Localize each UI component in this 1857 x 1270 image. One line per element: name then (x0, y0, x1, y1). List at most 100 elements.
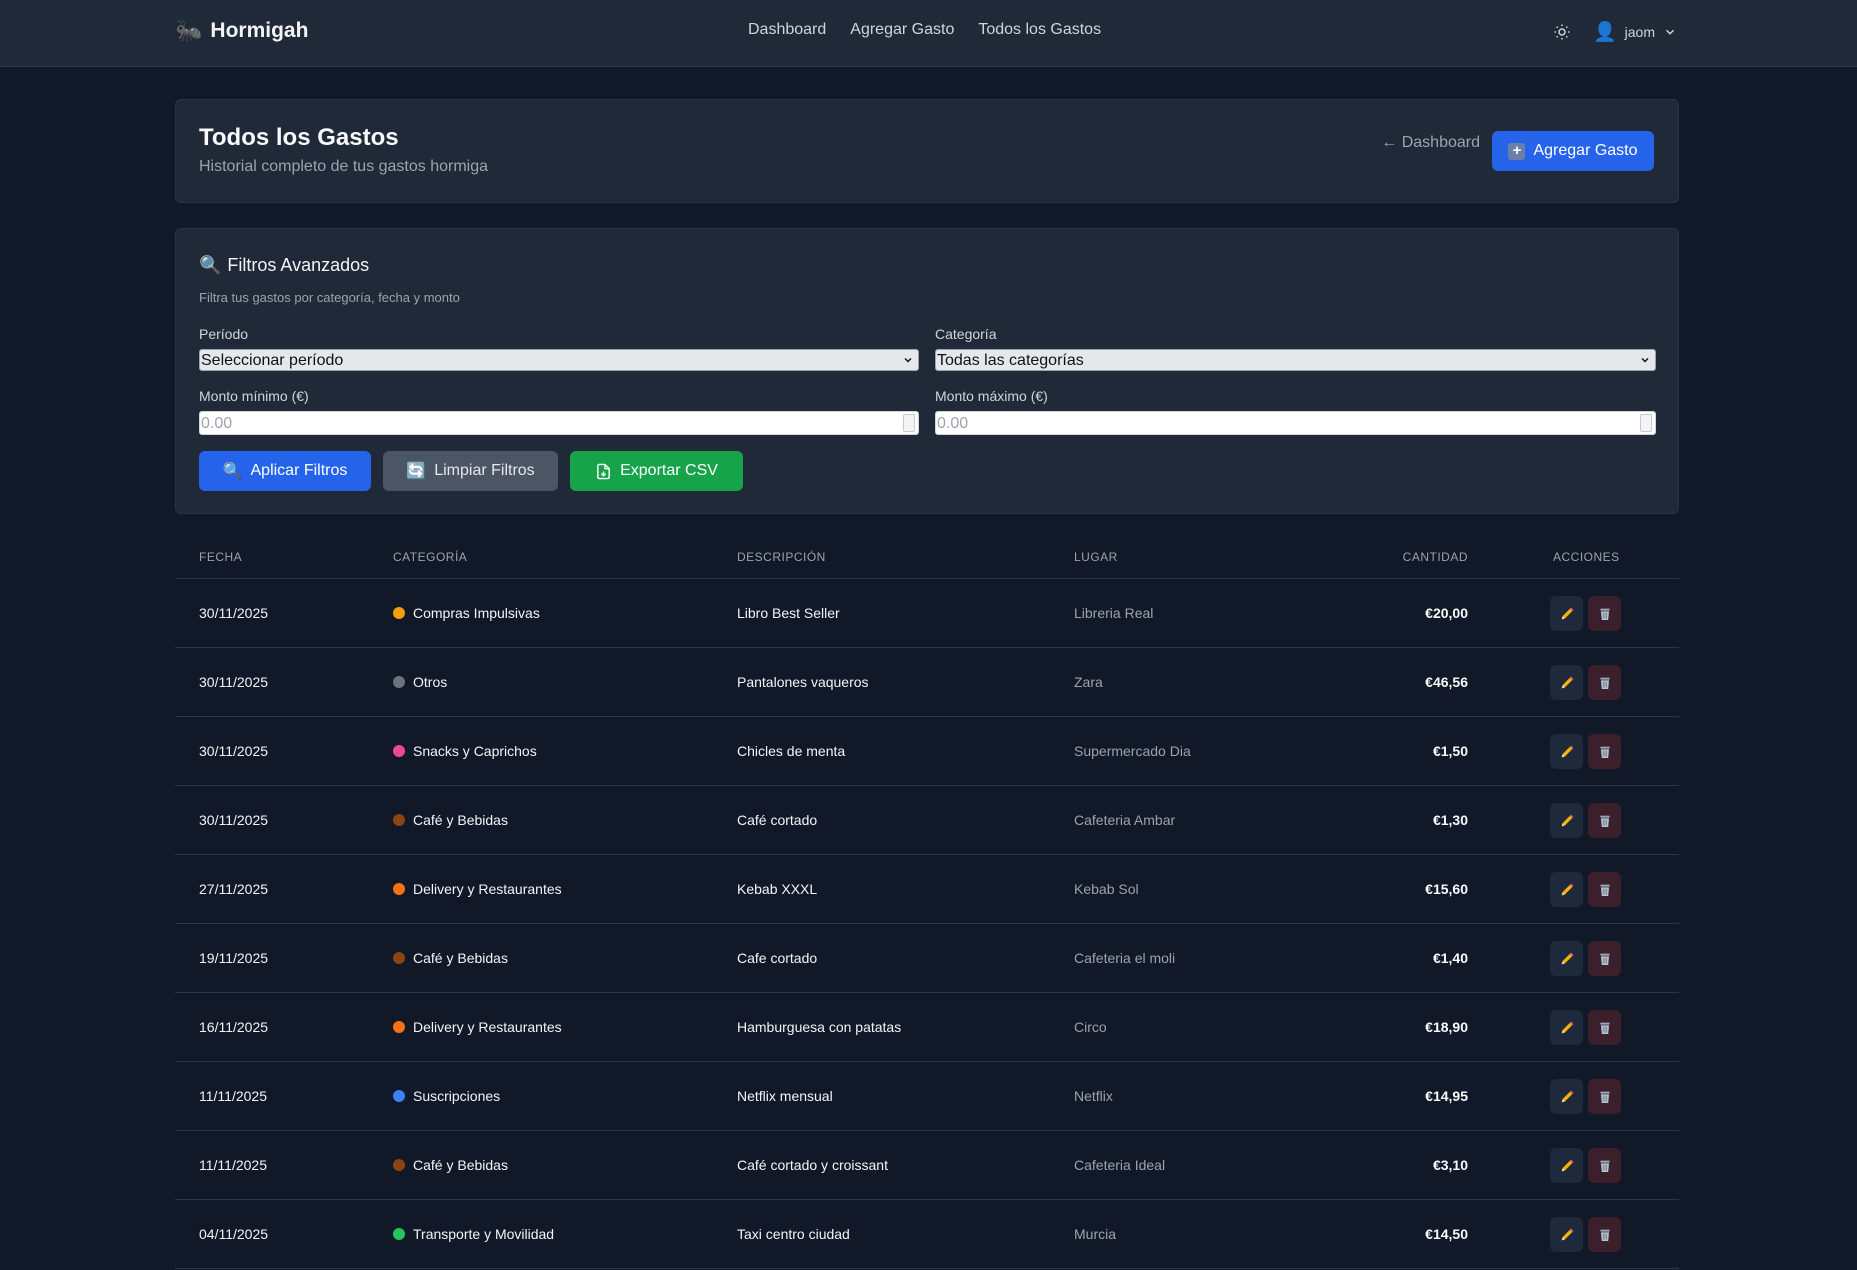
row-amount: €15,60 (1425, 881, 1468, 897)
page-subtitle: Historial completo de tus gastos hormiga (199, 158, 489, 175)
chevron-down-icon (1641, 357, 1649, 363)
row-date: 04/11/2025 (199, 1226, 269, 1242)
row-category: Café y Bebidas (393, 950, 508, 966)
brand-logo[interactable]: 🐜 Hormigah (175, 18, 308, 44)
category-label: Categoría (935, 326, 997, 342)
pencil-icon (1561, 952, 1573, 964)
min-amount-stepper[interactable] (903, 414, 915, 432)
col-descripcion: DESCRIPCIÓN (737, 550, 826, 564)
edit-button[interactable] (1550, 1217, 1583, 1252)
clear-filters-button[interactable]: 🔄 Limpiar Filtros (383, 451, 558, 491)
row-category: Delivery y Restaurantes (393, 1019, 562, 1035)
apply-filters-button[interactable]: 🔍 Aplicar Filtros (199, 451, 371, 491)
nav-dashboard[interactable]: Dashboard (748, 21, 826, 39)
delete-button[interactable] (1588, 941, 1621, 976)
edit-button[interactable] (1550, 1010, 1583, 1045)
edit-button[interactable] (1550, 872, 1583, 907)
trash-icon (1599, 815, 1610, 827)
row-category-label: Otros (413, 674, 448, 690)
row-description: Café cortado y croissant (737, 1157, 888, 1173)
delete-button[interactable] (1588, 872, 1621, 907)
min-amount-input[interactable]: 0.00 (199, 411, 919, 435)
row-amount: €18,90 (1425, 1019, 1468, 1035)
category-select[interactable]: Todas las categorías (935, 349, 1656, 371)
pencil-icon (1561, 745, 1573, 757)
category-dot (393, 1021, 405, 1033)
row-actions (1550, 665, 1621, 700)
nav-todos-los-gastos[interactable]: Todos los Gastos (978, 21, 1101, 39)
pencil-icon (1561, 1090, 1573, 1102)
delete-button[interactable] (1588, 1010, 1621, 1045)
user-menu[interactable]: 👤 jaom (1593, 20, 1677, 44)
table-row: 11/11/2025 Suscripciones Netflix mensual… (175, 1062, 1679, 1131)
back-to-dashboard-link[interactable]: ← Dashboard (1381, 134, 1480, 152)
table-row: 30/11/2025 Café y Bebidas Café cortado C… (175, 786, 1679, 855)
row-place: Netflix (1074, 1088, 1113, 1104)
table-row: 30/11/2025 Compras Impulsivas Libro Best… (175, 579, 1679, 648)
delete-button[interactable] (1588, 1079, 1621, 1114)
max-amount-stepper[interactable] (1640, 414, 1652, 432)
sun-icon[interactable] (1553, 23, 1571, 41)
delete-button[interactable] (1588, 1148, 1621, 1183)
edit-button[interactable] (1550, 941, 1583, 976)
row-amount: €1,50 (1432, 743, 1468, 759)
category-dot (393, 1228, 405, 1240)
row-category-label: Café y Bebidas (413, 950, 508, 966)
delete-button[interactable] (1588, 734, 1621, 769)
row-actions (1550, 1079, 1621, 1114)
filters-description: Filtra tus gastos por categoría, fecha y… (199, 290, 460, 305)
row-category: Café y Bebidas (393, 812, 508, 828)
trash-icon (1599, 1091, 1610, 1103)
pencil-icon (1561, 883, 1573, 895)
row-amount: €1,40 (1432, 950, 1468, 966)
row-date: 11/11/2025 (199, 1157, 267, 1173)
row-amount: €1,30 (1432, 812, 1468, 828)
category-dot (393, 883, 405, 895)
period-select[interactable]: Seleccionar período (199, 349, 919, 371)
row-category-label: Café y Bebidas (413, 812, 508, 828)
max-amount-input[interactable]: 0.00 (935, 411, 1656, 435)
edit-button[interactable] (1550, 803, 1583, 838)
brand-name: Hormigah (210, 19, 309, 42)
pencil-icon (1561, 814, 1573, 826)
filters-title: 🔍 Filtros Avanzados (199, 255, 369, 276)
period-select-value: Seleccionar período (201, 352, 344, 369)
nav-agregar-gasto[interactable]: Agregar Gasto (850, 21, 954, 39)
category-dot (393, 1090, 405, 1102)
row-description: Libro Best Seller (737, 605, 840, 621)
export-csv-button[interactable]: Exportar CSV (570, 451, 743, 491)
row-place: Circo (1074, 1019, 1107, 1035)
col-lugar: LUGAR (1074, 550, 1118, 564)
table-row: 11/11/2025 Café y Bebidas Café cortado y… (175, 1131, 1679, 1200)
row-category: Transporte y Movilidad (393, 1226, 554, 1242)
row-category: Suscripciones (393, 1088, 500, 1104)
delete-button[interactable] (1588, 665, 1621, 700)
row-description: Chicles de menta (737, 743, 846, 759)
edit-button[interactable] (1550, 596, 1583, 631)
edit-button[interactable] (1550, 1079, 1583, 1114)
table-row: 30/11/2025 Snacks y Caprichos Chicles de… (175, 717, 1679, 786)
trash-icon (1599, 884, 1610, 896)
row-amount: €46,56 (1425, 674, 1468, 690)
row-actions (1550, 872, 1621, 907)
expenses-table: FECHA CATEGORÍA DESCRIPCIÓN LUGAR CANTID… (175, 535, 1679, 1269)
delete-button[interactable] (1588, 803, 1621, 838)
pencil-icon (1561, 676, 1573, 688)
row-date: 27/11/2025 (199, 881, 269, 897)
search-icon: 🔍 (199, 255, 222, 275)
delete-button[interactable] (1588, 1217, 1621, 1252)
pencil-icon (1561, 1021, 1573, 1033)
delete-button[interactable] (1588, 596, 1621, 631)
table-body: 30/11/2025 Compras Impulsivas Libro Best… (175, 579, 1679, 1269)
table-row: 27/11/2025 Delivery y Restaurantes Kebab… (175, 855, 1679, 924)
edit-button[interactable] (1550, 734, 1583, 769)
row-date: 30/11/2025 (199, 605, 269, 621)
edit-button[interactable] (1550, 1148, 1583, 1183)
edit-button[interactable] (1550, 665, 1583, 700)
trash-icon (1599, 608, 1610, 620)
add-expense-button[interactable]: + Agregar Gasto (1492, 131, 1654, 171)
user-name: jaom (1624, 24, 1655, 40)
row-category: Compras Impulsivas (393, 605, 540, 621)
col-cantidad: CANTIDAD (1402, 550, 1468, 564)
row-actions (1550, 1217, 1621, 1252)
